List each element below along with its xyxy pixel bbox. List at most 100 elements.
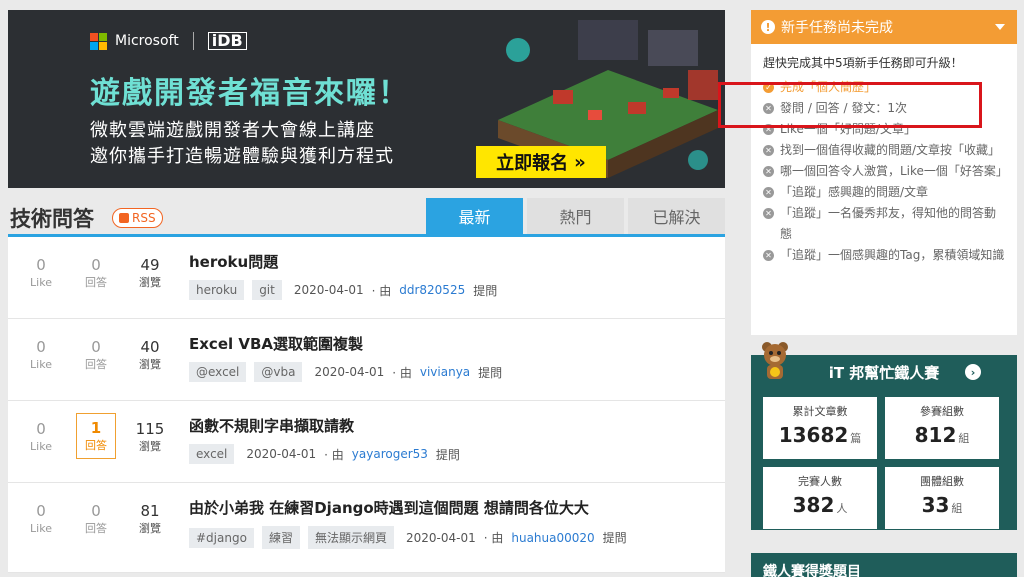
banner-logos: Microsoft iDB [90, 32, 247, 50]
register-button[interactable]: 立即報名 » [476, 146, 606, 178]
like-count-value: 0 [36, 502, 46, 520]
task-item[interactable]: ✕ 發問 / 回答 / 發文：1次 [763, 98, 1005, 119]
like-count-value: 0 [36, 420, 46, 438]
register-button-label: 立即報名 [496, 153, 569, 174]
tag-link[interactable]: #django [189, 527, 254, 548]
stat-card: 完賽人數 382 人 [763, 467, 877, 529]
stat-unit: 篇 [850, 432, 862, 445]
task-item-label: Like一個「好問題/文章」 [780, 122, 916, 136]
close-circle-icon: ✕ [763, 103, 774, 114]
stat-value: 13682 篇 [763, 423, 877, 447]
like-count-label: Like [30, 440, 52, 453]
close-circle-icon: ✕ [763, 124, 774, 135]
like-count: 0 Like [21, 337, 61, 373]
banner-subtitle-line1: 微軟雲端遊戲開發者大會線上講座 [90, 120, 375, 141]
question-title-link[interactable]: Excel VBA選取範圍複製 [189, 333, 363, 354]
asked-label: 提問 [602, 531, 627, 545]
view-count: 81 瀏覽 [130, 501, 170, 537]
tab-latest[interactable]: 最新 [426, 198, 523, 234]
view-count: 115 瀏覽 [130, 419, 170, 455]
question-title-link[interactable]: 由於小弟我 在練習Django時遇到這個問題 想請問各位大大 [189, 497, 589, 518]
question-row: 0 Like 1 回答 115 瀏覽 函數不規則字串擷取請教 excel 202… [8, 401, 725, 483]
task-item-label: 完成「個人簡歷」 [780, 80, 877, 94]
question-date: 2020-04-01 [314, 365, 385, 379]
bear-mascot-icon [762, 342, 788, 379]
sort-tabs: 最新 熱門 已解決 [426, 198, 725, 234]
ironman-title: iT 邦幫忙鐵人賽 [828, 363, 940, 382]
user-link[interactable]: yayaroger53 [352, 447, 428, 461]
task-item[interactable]: ✕ 「追蹤」一個感興趣的Tag，累積領域知識 [763, 245, 1005, 266]
task-intro: 趕快完成其中5項新手任務即可升級！ [763, 56, 963, 70]
tag-link[interactable]: excel [189, 444, 235, 464]
tag-link[interactable]: @excel [189, 362, 247, 382]
by-label: · 由 [392, 365, 412, 380]
task-item[interactable]: ✕ Like一個「好問題/文章」 [763, 119, 1005, 140]
view-count-value: 115 [135, 420, 165, 438]
task-list: ✓ 完成「個人簡歷」 ✕ 發問 / 回答 / 發文：1次 ✕ Like一個「好問… [751, 77, 1017, 266]
user-link[interactable]: vivianya [420, 365, 470, 379]
chevron-right-circle-icon[interactable]: › [965, 364, 981, 380]
view-count-label: 瀏覽 [139, 522, 161, 535]
banner-subtitle: 微軟雲端遊戲開發者大會線上講座 邀你攜手打造暢遊體驗與獲利方程式 [90, 118, 394, 170]
task-panel-header[interactable]: ! 新手任務尚未完成 [751, 10, 1017, 44]
stat-number: 812 [914, 423, 957, 447]
asked-label: 提問 [435, 447, 460, 462]
ironman-panel: iT 邦幫忙鐵人賽 › 累計文章數 13682 篇 參賽組數 812 組 完賽人數 … [751, 342, 1017, 530]
rss-label: RSS [132, 211, 156, 225]
like-count-label: Like [30, 358, 52, 371]
task-item[interactable]: ✕ 找到一個值得收藏的問題/文章按「收藏」 [763, 140, 1005, 161]
tag-link[interactable]: git [252, 280, 282, 300]
answer-count-label: 回答 [85, 522, 107, 535]
asked-label: 提問 [478, 365, 503, 380]
close-circle-icon: ✕ [763, 250, 774, 261]
stat-card: 參賽組數 812 組 [885, 397, 999, 459]
section-title: 技術問答 [10, 207, 94, 231]
task-item-label: 哪一個回答令人激賞，Like一個「好答案」 [780, 164, 1008, 178]
answer-count-label: 回答 [85, 276, 107, 289]
tag-link[interactable]: @vba [254, 362, 303, 382]
user-link[interactable]: ddr820525 [399, 283, 465, 297]
task-item-label: 發問 / 回答 / 發文：1次 [780, 101, 907, 115]
question-title-link[interactable]: 函數不規則字串擷取請教 [189, 415, 354, 436]
caret-down-icon[interactable] [995, 24, 1005, 30]
ad-banner[interactable]: Microsoft iDB 遊戲開發者福音來囉！ 微軟雲端遊戲開發者大會線上講座… [8, 10, 725, 188]
tag-link[interactable]: 練習 [261, 526, 300, 549]
like-count-label: Like [30, 276, 52, 289]
by-label: · 由 [483, 531, 504, 545]
task-item-label: 「追蹤」感興趣的問題/文章 [780, 185, 929, 199]
check-icon: ✓ [763, 82, 774, 93]
tab-popular[interactable]: 熱門 [527, 198, 624, 234]
task-item[interactable]: ✓ 完成「個人簡歷」 [763, 77, 1005, 98]
award-topics-header[interactable]: 鐵人賽得獎題目 [751, 553, 1017, 577]
close-circle-icon: ✕ [763, 166, 774, 177]
banner-subtitle-line2: 邀你攜手打造暢遊體驗與獲利方程式 [90, 146, 394, 167]
stat-number: 382 [792, 493, 835, 517]
task-item[interactable]: ✕ 哪一個回答令人激賞，Like一個「好答案」 [763, 161, 1008, 182]
question-meta: excel 2020-04-01 · 由 yayaroger53 提問 [189, 444, 460, 464]
user-link[interactable]: huahua00020 [511, 531, 594, 545]
question-title-link[interactable]: heroku問題 [189, 251, 278, 272]
answer-count-value: 0 [91, 338, 101, 356]
tag-link[interactable]: heroku [189, 280, 245, 300]
task-item[interactable]: ✕ 「追蹤」感興趣的問題/文章 [763, 182, 1005, 203]
view-count: 40 瀏覽 [130, 337, 170, 373]
stat-value: 812 組 [885, 423, 999, 447]
asked-label: 提問 [473, 283, 498, 298]
rss-button[interactable]: RSS [112, 208, 163, 228]
question-row: 0 Like 0 回答 40 瀏覽 Excel VBA選取範圍複製 @excel… [8, 319, 725, 401]
ironman-header[interactable]: iT 邦幫忙鐵人賽 › [751, 342, 1017, 389]
answer-count-value: 0 [91, 502, 101, 520]
task-item-label: 「追蹤」一個感興趣的Tag，累積領域知識 [780, 248, 1005, 262]
tab-solved[interactable]: 已解決 [628, 198, 725, 234]
by-label: · 由 [324, 447, 344, 462]
view-count-value: 81 [140, 502, 160, 520]
stat-unit: 組 [958, 432, 970, 445]
answer-count: 0 回答 [76, 337, 116, 373]
tag-link[interactable]: 無法顯示網頁 [307, 526, 394, 549]
ironman-stats: 累計文章數 13682 篇 參賽組數 812 組 完賽人數 382 人 團體組數 33… [751, 389, 1017, 537]
question-meta: heroku git 2020-04-01 · 由 ddr820525 提問 [189, 280, 497, 300]
answer-count-value: 0 [91, 256, 101, 274]
task-item[interactable]: ✕ 「追蹤」一名優秀邦友，得知他的問答動態 [763, 203, 1005, 245]
answer-count-label: 回答 [85, 439, 107, 452]
question-date: 2020-04-01 [405, 530, 476, 545]
